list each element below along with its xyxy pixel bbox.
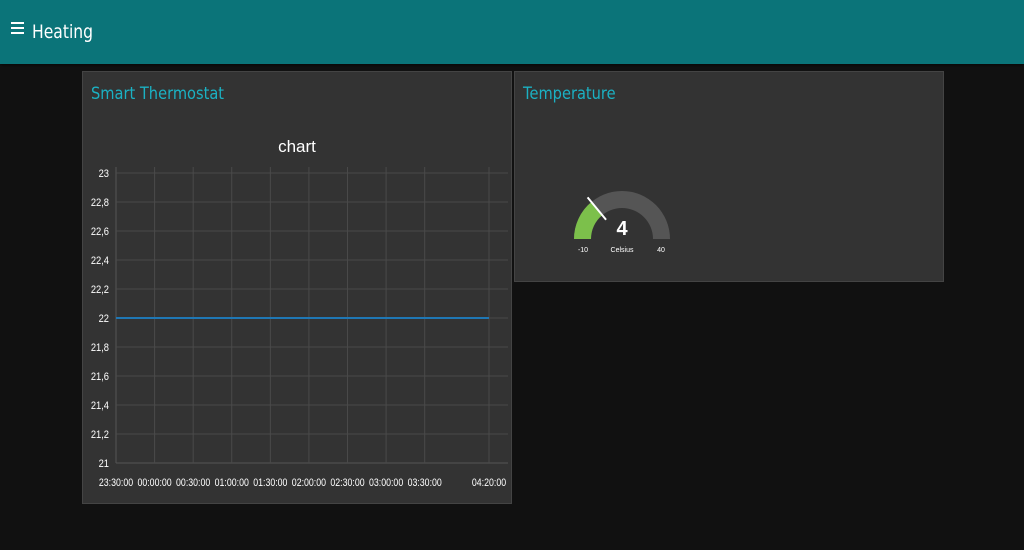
y-tick-label: 21,4 bbox=[91, 400, 109, 412]
hamburger-menu-icon[interactable] bbox=[11, 21, 25, 37]
y-tick-label: 22 bbox=[99, 313, 110, 325]
x-tick-label: 00:30:00 bbox=[176, 477, 211, 489]
y-tick-label: 21 bbox=[99, 458, 110, 470]
chart-title: chart bbox=[278, 137, 316, 156]
gauge-units: Celsius bbox=[611, 247, 634, 254]
x-tick-label: 01:30:00 bbox=[253, 477, 288, 489]
y-tick-label: 22,4 bbox=[91, 255, 109, 267]
y-tick-label: 23 bbox=[99, 168, 110, 180]
top-toolbar: Heating bbox=[0, 0, 1024, 64]
x-tick-label: 03:30:00 bbox=[408, 477, 443, 489]
x-tick-label: 01:00:00 bbox=[215, 477, 250, 489]
x-tick-label: 04:20:00 bbox=[472, 477, 507, 489]
x-tick-label: 03:00:00 bbox=[369, 477, 404, 489]
y-tick-label: 22,2 bbox=[91, 284, 109, 296]
x-tick-label: 00:00:00 bbox=[137, 477, 172, 489]
y-tick-label: 21,6 bbox=[91, 371, 109, 383]
line-chart: chart 23 22,8 22,6 22,4 22,2 22 21,8 21,6 21,4 21,… bbox=[91, 137, 508, 489]
gauge-max-label: 40 bbox=[657, 247, 665, 254]
y-tick-label: 22,8 bbox=[91, 197, 109, 209]
gauge-min-label: -10 bbox=[578, 247, 588, 254]
y-tick-label: 22,6 bbox=[91, 226, 109, 238]
page-title: Heating bbox=[32, 21, 94, 43]
gauge-value: 4 bbox=[616, 218, 628, 240]
x-tick-label: 02:00:00 bbox=[292, 477, 327, 489]
smart-thermostat-group: Smart Thermostat chart 23 22,8 22,6 22,4 22,2… bbox=[82, 71, 512, 504]
x-tick-label: 02:30:00 bbox=[330, 477, 365, 489]
temperature-group: Temperature 4 Celsius -10 40 bbox=[514, 71, 944, 282]
temperature-gauge: 4 Celsius -10 40 bbox=[574, 191, 670, 254]
y-tick-label: 21,8 bbox=[91, 342, 109, 354]
x-tick-label: 23:30:00 bbox=[99, 477, 134, 489]
y-tick-label: 21,2 bbox=[91, 429, 109, 441]
